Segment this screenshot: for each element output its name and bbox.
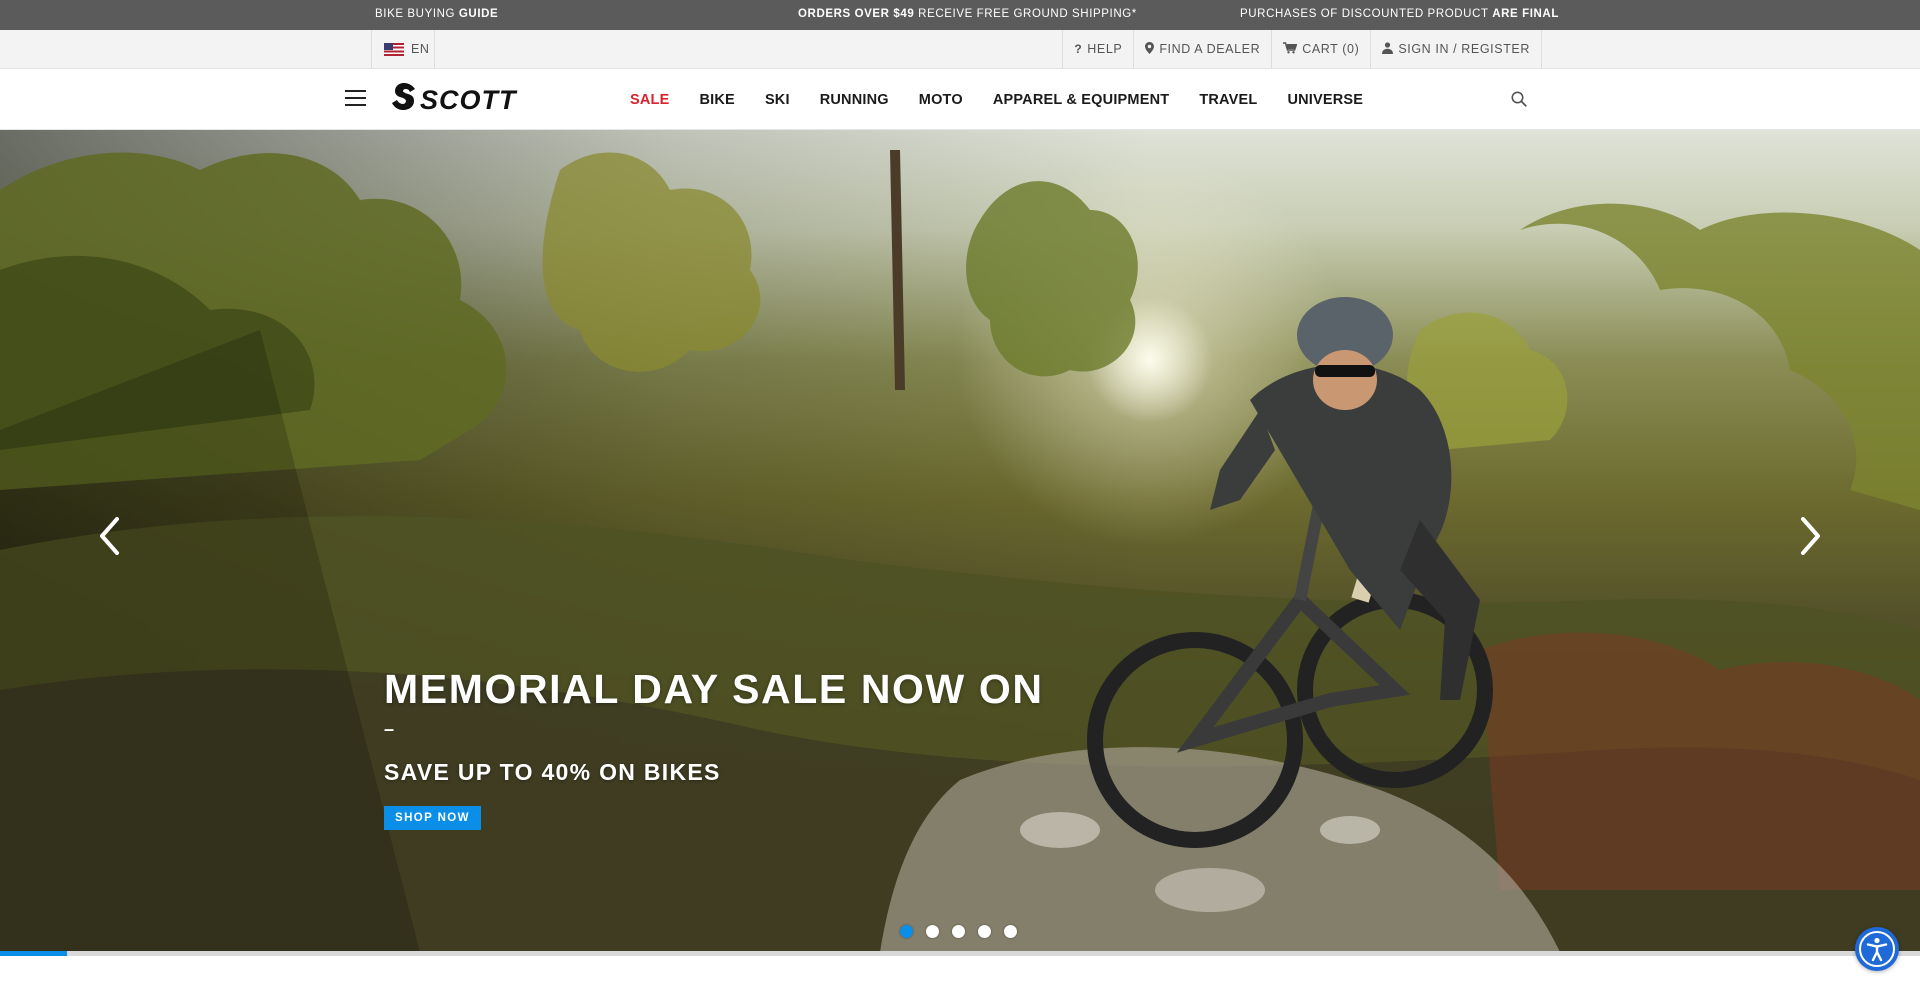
- promo-bar: Bike buying Guide Orders over $49 receiv…: [0, 0, 1920, 30]
- carousel-dot-3[interactable]: [952, 925, 965, 938]
- us-flag-icon: [384, 42, 404, 56]
- hero-subtitle: Save up to 40% on bikes: [384, 759, 721, 785]
- cart-icon: [1283, 41, 1298, 57]
- search-icon[interactable]: [1510, 90, 1528, 108]
- scott-logo[interactable]: SCOTT: [390, 81, 550, 117]
- svg-text:SCOTT: SCOTT: [420, 85, 518, 115]
- shipping-promo: Orders over $49 receive free ground ship…: [798, 8, 1137, 20]
- sign-in-link[interactable]: Sign In / Register: [1370, 30, 1542, 68]
- carousel-dots: [900, 925, 1030, 938]
- map-pin-icon: [1145, 41, 1155, 57]
- promo-center-text: receive free ground shipping*: [914, 8, 1137, 20]
- cart-label: Cart (0): [1302, 42, 1360, 56]
- carousel-dot-5[interactable]: [1004, 925, 1017, 938]
- chevron-left-icon: [100, 517, 119, 555]
- find-dealer-link[interactable]: Find a Dealer: [1133, 30, 1271, 68]
- hamburger-icon[interactable]: [345, 90, 366, 107]
- utility-links: ? Help Find a Dealer Cart (0) Sign In / …: [1062, 30, 1542, 68]
- carousel-dot-1[interactable]: [900, 925, 913, 938]
- find-dealer-label: Find a Dealer: [1159, 42, 1261, 56]
- main-navigation: SCOTT Sale Bike Ski Running Moto Apparel…: [0, 69, 1920, 130]
- hero-copy: Memorial Day Sale Now On – Save up to 40…: [384, 666, 1044, 830]
- language-label: EN: [411, 42, 430, 56]
- promo-center-bold: Orders over $49: [798, 8, 915, 20]
- sign-in-label: Sign In / Register: [1398, 42, 1530, 56]
- promo-left-text: Bike buying: [375, 8, 459, 20]
- hero-carousel: Memorial Day Sale Now On – Save up to 40…: [0, 130, 1920, 952]
- final-sale-notice: Purchases of discounted product are fina…: [1240, 8, 1559, 20]
- carousel-next-button[interactable]: [1794, 513, 1828, 559]
- help-label: Help: [1087, 42, 1123, 56]
- utility-bar: EN ? Help Find a Dealer Cart (0) Sign In…: [0, 30, 1920, 69]
- promo-right-bold: are final: [1492, 8, 1559, 20]
- nav-item-sale[interactable]: Sale: [630, 92, 669, 108]
- accessibility-icon: [1859, 931, 1895, 967]
- chevron-right-icon: [1801, 517, 1820, 555]
- carousel-dot-4[interactable]: [978, 925, 991, 938]
- nav-item-running[interactable]: Running: [820, 92, 889, 108]
- nav-item-travel[interactable]: Travel: [1199, 92, 1257, 108]
- progress-fill: [0, 951, 68, 956]
- nav-item-universe[interactable]: Universe: [1287, 92, 1363, 108]
- nav-item-moto[interactable]: Moto: [919, 92, 963, 108]
- promo-left-bold: Guide: [458, 8, 499, 20]
- nav-item-apparel-equipment[interactable]: Apparel & Equipment: [993, 92, 1169, 108]
- carousel-dot-2[interactable]: [926, 925, 939, 938]
- hero-dash: –: [384, 719, 395, 739]
- main-menu: Sale Bike Ski Running Moto Apparel & Equ…: [615, 69, 1378, 130]
- carousel-progress-bar: [0, 951, 1920, 956]
- user-icon: [1382, 41, 1394, 57]
- language-selector[interactable]: EN: [371, 30, 435, 68]
- carousel-prev-button[interactable]: [92, 513, 126, 559]
- help-link[interactable]: ? Help: [1062, 30, 1133, 68]
- cart-link[interactable]: Cart (0): [1271, 30, 1370, 68]
- hero-title: Memorial Day Sale Now On: [384, 666, 1044, 712]
- promo-right-text: Purchases of discounted product: [1240, 8, 1493, 20]
- shop-now-button[interactable]: Shop now: [384, 806, 481, 830]
- nav-item-ski[interactable]: Ski: [765, 92, 790, 108]
- nav-item-bike[interactable]: Bike: [699, 92, 734, 108]
- accessibility-button[interactable]: [1855, 927, 1899, 971]
- question-icon: ?: [1074, 42, 1083, 56]
- bike-buying-guide-link[interactable]: Bike buying Guide: [375, 8, 498, 20]
